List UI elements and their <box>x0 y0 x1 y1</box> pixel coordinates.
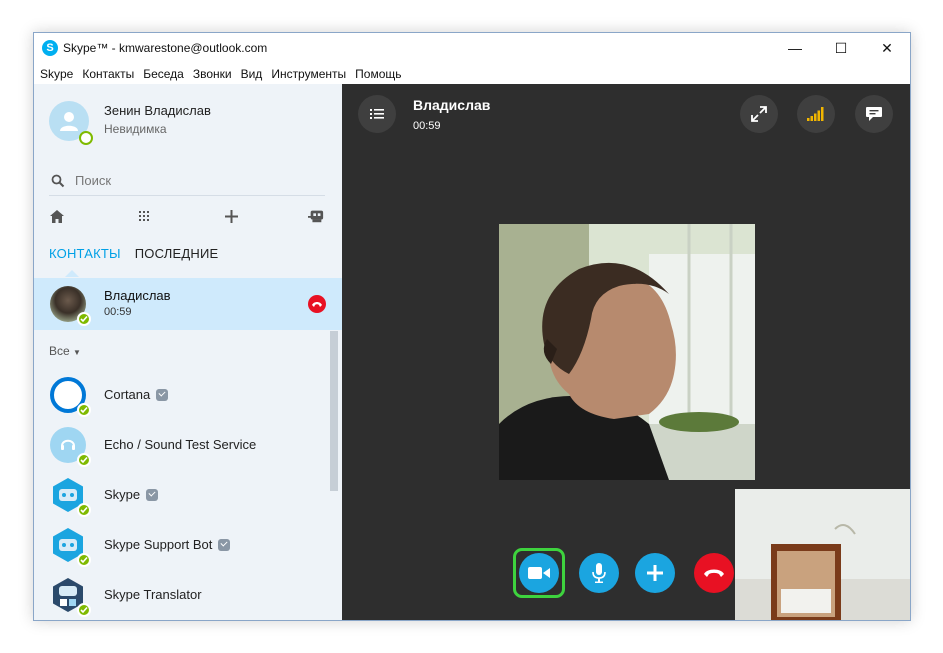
maximize-button[interactable]: ☐ <box>818 33 864 63</box>
active-call-name: Владислав <box>104 288 171 303</box>
verified-icon <box>156 388 169 401</box>
bot-icon[interactable] <box>308 208 324 224</box>
profile-name: Зенин Владислав <box>104 103 211 118</box>
menu-item-tools[interactable]: Инструменты <box>271 67 346 81</box>
expand-icon <box>751 106 767 122</box>
call-quality-button[interactable] <box>797 95 835 133</box>
active-call-item[interactable]: Владислав 00:59 <box>34 278 342 330</box>
call-contact-name: Владислав <box>413 97 491 113</box>
fullscreen-button[interactable] <box>740 95 778 133</box>
video-toggle-button[interactable] <box>519 553 559 593</box>
contact-item-skype-translator[interactable]: Skype Translator <box>34 570 330 620</box>
video-camera-icon <box>528 567 550 579</box>
profile-avatar[interactable] <box>49 101 93 145</box>
profile-card[interactable]: Зенин Владислав Невидимка <box>34 84 342 160</box>
contact-item-skype[interactable]: Skype <box>34 470 330 520</box>
plus-icon <box>647 565 663 581</box>
sidebar-toolbar <box>34 202 342 230</box>
online-status-icon <box>77 453 91 467</box>
chat-button[interactable] <box>855 95 893 133</box>
end-call-small-button[interactable] <box>308 295 326 313</box>
chat-bubble-icon <box>866 107 882 121</box>
user-icon <box>60 112 78 131</box>
tab-contacts[interactable]: КОНТАКТЫ <box>49 246 121 261</box>
online-status-icon <box>77 403 91 417</box>
active-call-duration: 00:59 <box>104 306 132 318</box>
signal-strength-icon <box>807 107 824 121</box>
sidebar: Зенин Владислав Невидимка Поиск КОНТАКТЫ… <box>34 84 342 620</box>
contact-item-skype-support-bot[interactable]: Skype Support Bot <box>34 520 330 570</box>
avatar <box>50 286 91 326</box>
cortana-avatar <box>50 377 91 417</box>
profile-status[interactable]: Невидимка <box>104 122 167 136</box>
translator-bot-avatar <box>50 577 91 617</box>
window-controls: — ☐ ✕ <box>772 33 910 63</box>
add-icon[interactable] <box>223 208 239 224</box>
contact-name: Skype Translator <box>104 587 202 602</box>
contact-list-scrollbar[interactable] <box>330 331 338 491</box>
search-input[interactable]: Поиск <box>75 173 111 188</box>
skype-window: S Skype™ - kmwarestone@outlook.com — ☐ ✕… <box>33 32 911 621</box>
support-bot-avatar <box>50 527 91 567</box>
dialpad-icon[interactable] <box>136 208 152 224</box>
contact-name: Cortana <box>104 387 169 402</box>
call-panel: Владислав 00:59 <box>342 84 910 620</box>
title-bar: S Skype™ - kmwarestone@outlook.com — ☐ ✕ <box>34 33 910 63</box>
online-status-icon <box>77 603 91 617</box>
invisible-status-icon <box>79 131 93 145</box>
microphone-icon <box>592 563 606 583</box>
menu-item-contacts[interactable]: Контакты <box>82 67 134 81</box>
menu-item-skype[interactable]: Skype <box>40 67 73 81</box>
search-box[interactable]: Поиск <box>49 166 325 196</box>
online-status-icon <box>77 312 91 326</box>
contact-name: Skype <box>104 487 159 502</box>
online-status-icon <box>77 553 91 567</box>
headset-icon <box>61 439 75 450</box>
contact-tabs: КОНТАКТЫ ПОСЛЕДНИЕ <box>49 246 232 261</box>
tab-recent[interactable]: ПОСЛЕДНИЕ <box>135 246 219 261</box>
contacts-filter[interactable]: Все ▼ <box>49 344 81 358</box>
home-icon[interactable] <box>49 208 65 224</box>
close-button[interactable]: ✕ <box>864 33 910 63</box>
online-status-icon <box>77 503 91 517</box>
verified-icon <box>146 488 159 501</box>
filter-label: Все <box>49 344 70 358</box>
add-participant-button[interactable] <box>635 553 675 593</box>
search-icon <box>51 174 65 187</box>
contact-name: Echo / Sound Test Service <box>104 437 257 452</box>
contact-item-cortana[interactable]: Cortana <box>34 370 330 420</box>
menu-item-help[interactable]: Помощь <box>355 67 401 81</box>
contact-item-echo[interactable]: Echo / Sound Test Service <box>34 420 330 470</box>
minimize-button[interactable]: — <box>772 33 818 63</box>
echo-avatar <box>50 427 91 467</box>
microphone-toggle-button[interactable] <box>579 553 619 593</box>
skype-bot-avatar <box>50 477 91 517</box>
verified-icon <box>218 538 231 551</box>
hang-up-icon <box>704 569 724 577</box>
menu-item-view[interactable]: Вид <box>241 67 263 81</box>
menu-item-conversation[interactable]: Беседа <box>143 67 184 81</box>
self-video-preview <box>735 489 910 620</box>
remote-video-feed <box>499 224 755 480</box>
self-video-feed <box>735 489 910 620</box>
call-menu-button[interactable] <box>358 95 396 133</box>
tab-caret <box>65 270 79 277</box>
end-call-button[interactable] <box>694 553 734 593</box>
menu-item-calls[interactable]: Звонки <box>193 67 232 81</box>
menu-bar: Skype Контакты Беседа Звонки Вид Инструм… <box>34 63 910 84</box>
skype-logo-icon: S <box>42 40 58 56</box>
remote-video <box>499 224 755 480</box>
window-title: Skype™ - kmwarestone@outlook.com <box>63 41 268 55</box>
hang-up-icon <box>312 302 322 307</box>
list-icon <box>370 109 384 119</box>
chevron-down-icon: ▼ <box>73 348 81 357</box>
call-duration: 00:59 <box>413 120 441 132</box>
contact-name: Skype Support Bot <box>104 537 231 552</box>
